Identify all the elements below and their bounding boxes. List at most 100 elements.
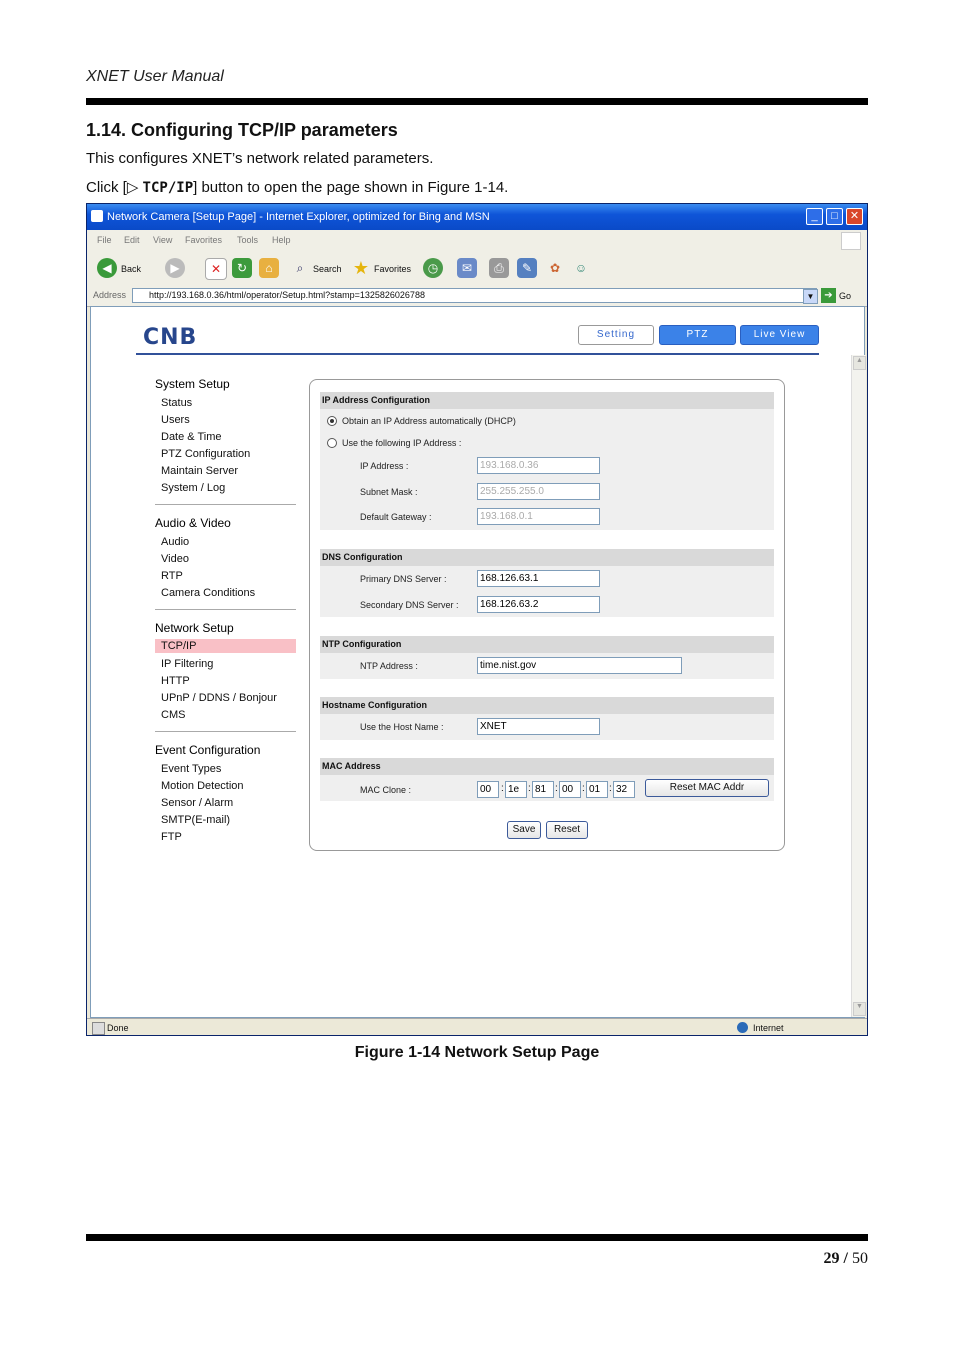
sidebar-item-sensor-alarm[interactable]: Sensor / Alarm xyxy=(161,797,233,809)
mac-octet-2-input[interactable]: 1e xyxy=(505,781,527,798)
save-button[interactable]: Save xyxy=(507,821,541,839)
sidebar-item-http[interactable]: HTTP xyxy=(161,675,190,687)
ip-config-header: IP Address Configuration xyxy=(320,392,774,409)
maximize-icon[interactable]: □ xyxy=(826,208,843,225)
favorites-star-icon[interactable]: ★ xyxy=(351,258,371,278)
menu-favorites[interactable]: Favorites xyxy=(185,235,222,245)
primary-dns-input[interactable]: 168.126.63.1 xyxy=(477,570,600,587)
hostname-input[interactable]: XNET xyxy=(477,718,600,735)
nav-live-view-button[interactable]: Live View xyxy=(740,325,819,345)
mac-octet-3-input[interactable]: 81 xyxy=(532,781,554,798)
sidebar-item-ptz-configuration[interactable]: PTZ Configuration xyxy=(161,448,250,460)
static-ip-radio[interactable] xyxy=(327,438,337,448)
discuss-icon[interactable]: ✿ xyxy=(545,258,565,278)
static-ip-label: Use the following IP Address : xyxy=(342,438,462,448)
doc-header: XNET User Manual xyxy=(86,68,224,85)
address-bar: Address http://193.168.0.36/html/operato… xyxy=(87,286,867,307)
vertical-scrollbar[interactable]: ▲ ▼ xyxy=(851,355,866,1017)
page-separator: / xyxy=(839,1250,852,1267)
sidebar-item-video[interactable]: Video xyxy=(161,553,189,565)
scroll-down-icon[interactable]: ▼ xyxy=(853,1002,866,1016)
header-divider xyxy=(136,353,819,355)
sidebar-item-smtp-email[interactable]: SMTP(E-mail) xyxy=(161,814,230,826)
instruction-paragraph: Click [▷ TCP/IP] button to open the page… xyxy=(86,178,508,196)
toolbar: ◀ Back ▶ ✕ ↻ ⌂ ⌕ Search ★ Favorites ◷ ✉ … xyxy=(87,252,867,287)
mac-octet-1-input[interactable]: 00 xyxy=(477,781,499,798)
default-gateway-input[interactable]: 193.168.0.1 xyxy=(477,508,600,525)
back-label[interactable]: Back xyxy=(121,264,141,274)
sidebar-item-audio[interactable]: Audio xyxy=(161,536,189,548)
internet-zone-icon xyxy=(737,1022,748,1033)
address-dropdown-icon[interactable]: ▼ xyxy=(803,289,818,304)
sidebar-heading-event-configuration[interactable]: Event Configuration xyxy=(155,743,260,757)
sidebar-item-date-time[interactable]: Date & Time xyxy=(161,431,222,443)
sidebar-item-maintain-server[interactable]: Maintain Server xyxy=(161,465,238,477)
sidebar-item-tcp-ip[interactable]: TCP/IP xyxy=(161,640,196,652)
close-icon[interactable]: ✕ xyxy=(846,208,863,225)
refresh-icon[interactable]: ↻ xyxy=(232,258,252,278)
dhcp-label: Obtain an IP Address automatically (DHCP… xyxy=(342,416,516,426)
address-url: http://193.168.0.36/html/operator/Setup.… xyxy=(149,290,425,300)
reset-mac-button[interactable]: Reset MAC Addr xyxy=(645,779,769,797)
edit-icon[interactable]: ✎ xyxy=(517,258,537,278)
figure-caption: Figure 1-14 Network Setup Page xyxy=(354,1044,600,1061)
sidebar-divider xyxy=(155,731,296,732)
history-icon[interactable]: ◷ xyxy=(423,258,443,278)
secondary-dns-input[interactable]: 168.126.63.2 xyxy=(477,596,600,613)
forward-icon[interactable]: ▶ xyxy=(165,258,185,278)
nav-setting-button[interactable]: Setting xyxy=(578,325,654,345)
dhcp-radio[interactable] xyxy=(327,416,337,426)
sidebar-item-status[interactable]: Status xyxy=(161,397,192,409)
address-input[interactable]: http://193.168.0.36/html/operator/Setup.… xyxy=(132,288,817,303)
browser-window: Network Camera [Setup Page] - Internet E… xyxy=(86,203,868,1036)
sidebar-heading-system-setup[interactable]: System Setup xyxy=(155,377,230,391)
mac-separator: : xyxy=(555,783,558,794)
mac-octet-4-input[interactable]: 00 xyxy=(559,781,581,798)
minimize-icon[interactable]: _ xyxy=(806,208,823,225)
sidebar-item-cms[interactable]: CMS xyxy=(161,709,185,721)
sidebar-item-system-log[interactable]: System / Log xyxy=(161,482,225,494)
cnb-logo: CNB xyxy=(143,325,198,350)
mac-octet-6-input[interactable]: 32 xyxy=(613,781,635,798)
sidebar-item-rtp[interactable]: RTP xyxy=(161,570,183,582)
back-icon[interactable]: ◀ xyxy=(97,258,117,278)
mac-octet-5-input[interactable]: 01 xyxy=(586,781,608,798)
stop-icon[interactable]: ✕ xyxy=(205,258,227,280)
go-label[interactable]: Go xyxy=(839,291,851,301)
favorites-label[interactable]: Favorites xyxy=(374,264,411,274)
scroll-up-icon[interactable]: ▲ xyxy=(853,356,866,370)
menu-edit[interactable]: Edit xyxy=(124,235,140,245)
sidebar-item-ip-filtering[interactable]: IP Filtering xyxy=(161,658,213,670)
messenger-icon[interactable]: ☺ xyxy=(571,258,591,278)
menu-tools[interactable]: Tools xyxy=(237,235,258,245)
sidebar-divider xyxy=(155,504,296,505)
dns-config-header: DNS Configuration xyxy=(320,549,774,566)
sidebar-item-motion-detection[interactable]: Motion Detection xyxy=(161,780,244,792)
header-rule xyxy=(86,98,868,105)
sidebar-heading-network-setup[interactable]: Network Setup xyxy=(155,621,234,635)
sidebar-item-ftp[interactable]: FTP xyxy=(161,831,182,843)
search-icon[interactable]: ⌕ xyxy=(290,258,310,278)
sidebar-item-event-types[interactable]: Event Types xyxy=(161,763,221,775)
home-icon[interactable]: ⌂ xyxy=(259,258,279,278)
intro-paragraph: This configures XNET’s network related p… xyxy=(86,150,434,167)
menu-view[interactable]: View xyxy=(153,235,172,245)
go-arrow-icon[interactable]: ➔ xyxy=(821,288,836,303)
search-label[interactable]: Search xyxy=(313,264,342,274)
default-gateway-label: Default Gateway : xyxy=(360,512,432,522)
mail-icon[interactable]: ✉ xyxy=(457,258,477,278)
nav-ptz-button[interactable]: PTZ xyxy=(659,325,736,345)
windows-logo-icon xyxy=(841,232,861,250)
sidebar-heading-audio-video[interactable]: Audio & Video xyxy=(155,516,231,530)
ip-address-input[interactable]: 193.168.0.36 xyxy=(477,457,600,474)
sidebar-item-users[interactable]: Users xyxy=(161,414,190,426)
reset-button[interactable]: Reset xyxy=(546,821,588,839)
ntp-address-input[interactable]: time.nist.gov xyxy=(477,657,682,674)
menu-file[interactable]: File xyxy=(97,235,112,245)
sidebar-item-upnp-ddns-bonjour[interactable]: UPnP / DDNS / Bonjour xyxy=(161,692,277,704)
sidebar-item-camera-conditions[interactable]: Camera Conditions xyxy=(161,587,255,599)
menu-help[interactable]: Help xyxy=(272,235,291,245)
subnet-mask-input[interactable]: 255.255.255.0 xyxy=(477,483,600,500)
zone-text: Internet xyxy=(753,1023,784,1033)
print-icon[interactable]: ⎙ xyxy=(489,258,509,278)
